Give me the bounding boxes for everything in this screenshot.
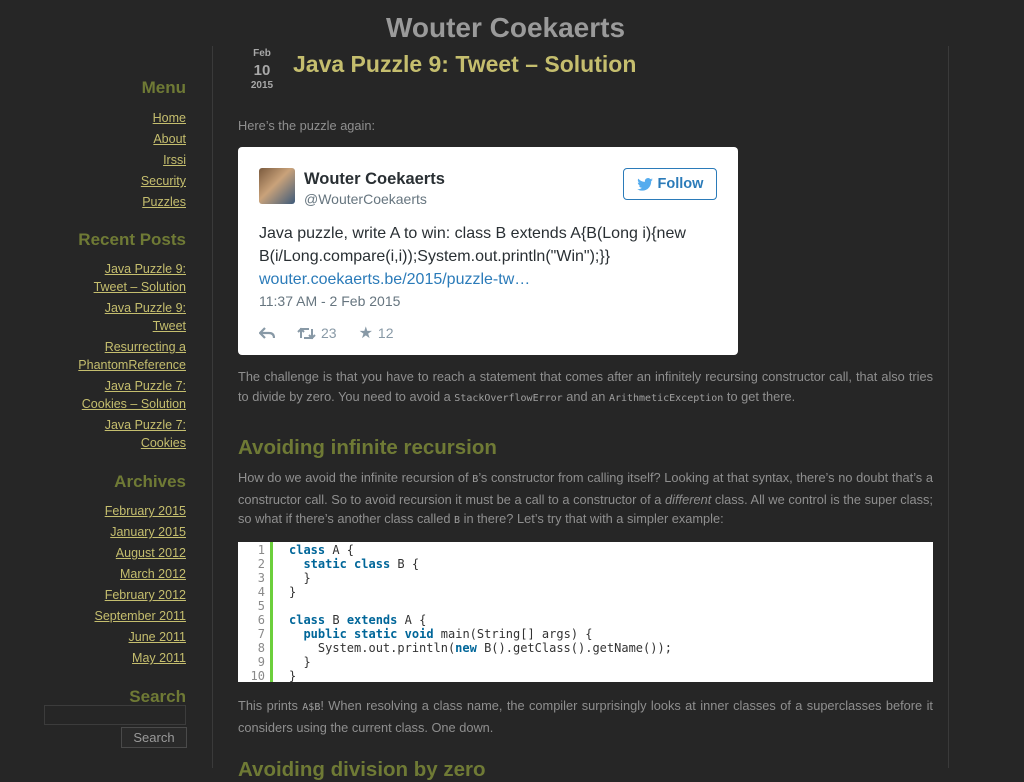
- paragraph-recursion: How do we avoid the infinite recursion o…: [238, 470, 934, 526]
- twitter-bird-icon: [636, 177, 653, 191]
- archive-link[interactable]: August 2012: [116, 544, 186, 562]
- post-date: Feb 10 2015: [238, 48, 286, 91]
- code-line-numbers: 1 2 3 4 5 6 7 8 9 10: [238, 542, 273, 682]
- favorite-button[interactable]: ★ 12: [359, 323, 394, 343]
- recent-post-link[interactable]: Resurrecting a PhantomReference: [66, 338, 186, 374]
- retweet-button[interactable]: 23: [297, 325, 337, 341]
- search-input[interactable]: [44, 705, 186, 725]
- content-divider-left: [212, 46, 213, 768]
- tweet-avatar[interactable]: [259, 168, 295, 204]
- recent-posts-heading: Recent Posts: [78, 230, 186, 249]
- search-heading: Search: [129, 687, 186, 706]
- archives-heading: Archives: [114, 472, 186, 491]
- post-title[interactable]: Java Puzzle 9: Tweet – Solution: [293, 51, 636, 78]
- archive-link[interactable]: February 2012: [105, 586, 186, 604]
- section-heading-division: Avoiding division by zero: [238, 758, 486, 781]
- post-date-month: Feb: [253, 48, 271, 59]
- post-date-year: 2015: [250, 80, 274, 91]
- menu-item-irssi[interactable]: Irssi: [163, 151, 186, 169]
- embedded-tweet[interactable]: Wouter Coekaerts @WouterCoekaerts Follow…: [238, 147, 738, 355]
- archive-link[interactable]: June 2011: [129, 628, 186, 646]
- retweet-count: 23: [321, 325, 337, 341]
- recent-post-link[interactable]: Java Puzzle 9: Tweet – Solution: [76, 260, 186, 296]
- menu-heading: Menu: [141, 78, 186, 97]
- retweet-icon: [297, 327, 316, 339]
- reply-icon: [259, 327, 275, 339]
- paragraph-result: This prints A$B! When resolving a class …: [238, 698, 933, 735]
- archive-link[interactable]: May 2011: [132, 649, 186, 667]
- follow-button[interactable]: Follow: [623, 168, 717, 200]
- favorite-count: 12: [377, 325, 394, 341]
- recent-post-link[interactable]: Java Puzzle 7: Cookies: [86, 416, 186, 452]
- star-icon: ★: [358, 325, 373, 342]
- menu-item-puzzles[interactable]: Puzzles: [142, 193, 186, 211]
- archive-link[interactable]: January 2015: [110, 523, 186, 541]
- paragraph-challenge: The challenge is that you have to reach …: [238, 369, 933, 404]
- tweet-author-handle[interactable]: @WouterCoekaerts: [304, 191, 427, 207]
- post-date-day: 10: [253, 62, 271, 79]
- tweet-author-name[interactable]: Wouter Coekaerts: [304, 170, 445, 189]
- reply-button[interactable]: [259, 327, 275, 339]
- code-lines: class A { static class B { } } class B e…: [289, 543, 672, 682]
- site-title[interactable]: Wouter Coekaerts: [0, 12, 1011, 44]
- content-divider-right: [948, 46, 949, 768]
- archive-link[interactable]: September 2011: [95, 607, 187, 625]
- follow-button-label: Follow: [657, 176, 704, 192]
- tweet-text: Java puzzle, write A to win: class B ext…: [259, 222, 719, 291]
- tweet-timestamp[interactable]: 11:37 AM - 2 Feb 2015: [259, 293, 400, 309]
- tweet-body: Java puzzle, write A to win: class B ext…: [259, 225, 686, 265]
- tweet-link[interactable]: wouter.coekaerts.be/2015/puzzle-tw…: [259, 271, 530, 288]
- search-button[interactable]: Search: [121, 727, 187, 748]
- post-intro: Here’s the puzzle again:: [238, 118, 376, 133]
- recent-post-link[interactable]: Java Puzzle 9: Tweet: [86, 299, 186, 335]
- archive-link[interactable]: February 2015: [105, 502, 186, 520]
- menu-item-security[interactable]: Security: [141, 172, 186, 190]
- code-block: 1 2 3 4 5 6 7 8 9 10 class A { static class B { }…: [238, 542, 933, 682]
- tweet-actions: 23 ★ 12: [259, 323, 416, 343]
- recent-post-link[interactable]: Java Puzzle 7: Cookies – Solution: [71, 377, 186, 413]
- archive-link[interactable]: March 2012: [120, 565, 186, 583]
- menu-item-about[interactable]: About: [153, 130, 186, 148]
- menu-item-home[interactable]: Home: [153, 109, 186, 127]
- section-heading-recursion: Avoiding infinite recursion: [238, 436, 497, 459]
